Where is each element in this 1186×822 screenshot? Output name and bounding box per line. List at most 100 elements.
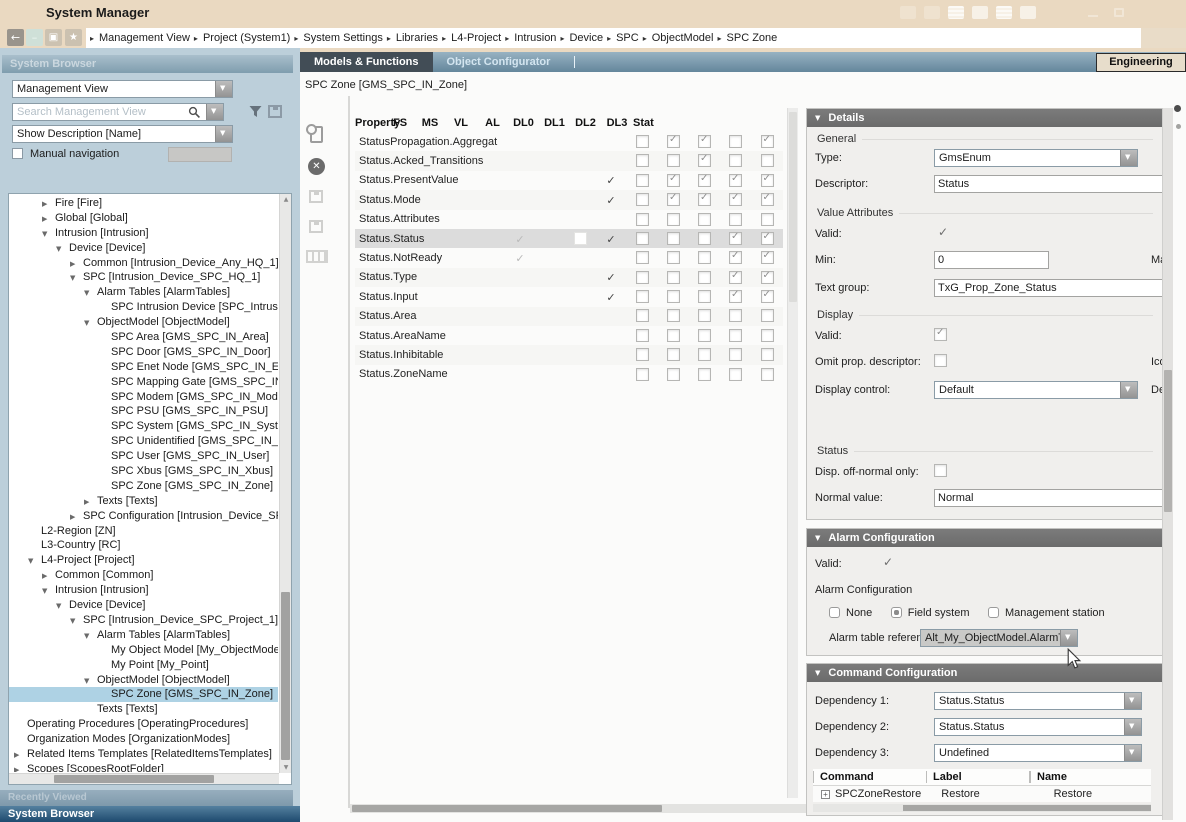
checkbox-checked[interactable]: ✓: [761, 290, 774, 303]
checkbox-unchecked[interactable]: [667, 309, 680, 322]
radio-option[interactable]: Field system: [891, 607, 970, 619]
tree-vertical-scrollbar[interactable]: ▲ ▼: [279, 194, 291, 773]
checkbox-checked[interactable]: ✓: [729, 193, 742, 206]
checkbox-unchecked[interactable]: [698, 232, 711, 245]
type-dropdown[interactable]: GmsEnum: [934, 149, 1138, 167]
breadcrumb-item[interactable]: ▸ Management View: [90, 32, 190, 44]
checkbox-unchecked[interactable]: [761, 348, 774, 361]
tree-item[interactable]: Common [Intrusion_Device_Any_HQ_1]: [9, 256, 278, 271]
checkbox-unchecked[interactable]: [636, 271, 649, 284]
checkbox-unchecked[interactable]: [698, 251, 711, 264]
checkbox-unchecked[interactable]: [729, 213, 742, 226]
text-group-field[interactable]: [934, 279, 1163, 297]
tree-expander-icon[interactable]: [70, 614, 83, 629]
dropdown-button[interactable]: [1124, 719, 1141, 735]
descriptor-field[interactable]: [934, 175, 1163, 193]
radio-icon[interactable]: [988, 607, 999, 618]
property-row[interactable]: Status.PresentValue ✓ ✓ ✓ ✓ ✓: [355, 171, 783, 190]
tree-expander-icon[interactable]: [28, 554, 41, 569]
scrollbar-thumb[interactable]: [1164, 370, 1172, 512]
checkbox-unchecked[interactable]: [698, 309, 711, 322]
checkbox-unchecked[interactable]: [636, 309, 649, 322]
radio-option[interactable]: Management station: [988, 607, 1105, 619]
checkbox-checked[interactable]: ✓: [729, 232, 742, 245]
property-row[interactable]: Status.ZoneName: [355, 365, 783, 384]
checkbox-unchecked[interactable]: [729, 348, 742, 361]
checkbox-checked[interactable]: ✓: [698, 135, 711, 148]
checkbox-unchecked[interactable]: [761, 368, 774, 381]
checkbox-unchecked[interactable]: [636, 348, 649, 361]
property-row[interactable]: Status.Attributes: [355, 210, 783, 229]
checkbox-unchecked[interactable]: [667, 329, 680, 342]
scrollbar-thumb[interactable]: [54, 775, 214, 783]
column-header[interactable]: DL0: [508, 117, 539, 129]
tree-item[interactable]: Related Items Templates [RelatedItemsTem…: [9, 747, 278, 762]
table-horizontal-scrollbar[interactable]: [350, 804, 880, 813]
tree-expander-icon[interactable]: [56, 599, 69, 614]
column-header[interactable]: AL: [477, 117, 508, 129]
checkbox-unchecked[interactable]: [761, 329, 774, 342]
search-box[interactable]: [12, 103, 224, 121]
tree-item[interactable]: Scopes [ScopesRootFolder]: [9, 762, 278, 772]
column-header[interactable]: DL1: [539, 117, 570, 129]
tree-item[interactable]: Common [Common]: [9, 568, 278, 583]
tree-expander-icon[interactable]: [84, 316, 97, 331]
checkbox-unchecked[interactable]: [636, 290, 649, 303]
checkbox-unchecked[interactable]: [636, 329, 649, 342]
checkbox-checked[interactable]: ✓: [667, 193, 680, 206]
tree-item[interactable]: My Point [My_Point]: [9, 658, 278, 673]
tree-item[interactable]: Organization Modes [OrganizationModes]: [9, 732, 278, 747]
property-row[interactable]: Status.Area: [355, 307, 783, 326]
breadcrumb-item[interactable]: ▸ SPC Zone: [718, 32, 778, 44]
dropdown-button[interactable]: [215, 81, 232, 97]
checkbox-unchecked[interactable]: [667, 290, 680, 303]
radio-option[interactable]: None: [829, 607, 872, 619]
checkbox-checked[interactable]: ✓: [698, 154, 711, 167]
tree-item[interactable]: SPC User [GMS_SPC_IN_User]: [9, 449, 278, 464]
breadcrumb-item[interactable]: ▸ ObjectModel: [643, 32, 714, 44]
tree-expander-icon[interactable]: [42, 584, 55, 599]
checkbox-checked[interactable]: ✓: [729, 271, 742, 284]
checkbox-unchecked[interactable]: [729, 154, 742, 167]
property-row[interactable]: Status.Inhibitable: [355, 345, 783, 364]
tree-item[interactable]: SPC Modem [GMS_SPC_IN_Modem]: [9, 390, 278, 405]
tree-item[interactable]: Alarm Tables [AlarmTables]: [9, 628, 278, 643]
property-row[interactable]: Status.Status ✓ ✓ ✓ ✓: [355, 229, 783, 248]
checkbox-unchecked[interactable]: [636, 232, 649, 245]
tree-item[interactable]: SPC Configuration [Intrusion_Device_SPC_…: [9, 509, 278, 524]
checkbox-unchecked[interactable]: [667, 368, 680, 381]
checkbox-unchecked[interactable]: [636, 174, 649, 187]
layout-icon-1[interactable]: [900, 6, 916, 19]
expand-icon[interactable]: +: [821, 790, 830, 799]
tree-item[interactable]: L2-Region [ZN]: [9, 524, 278, 539]
checkbox-unchecked[interactable]: [667, 251, 680, 264]
checkbox-unchecked[interactable]: [761, 213, 774, 226]
dependency-dropdown[interactable]: Undefined: [934, 744, 1142, 762]
dropdown-button[interactable]: [1060, 630, 1077, 646]
alarm-configuration-header[interactable]: ▼Alarm Configuration: [807, 529, 1163, 547]
checkbox-unchecked[interactable]: [667, 213, 680, 226]
single-pane-icon[interactable]: [972, 6, 988, 19]
tree-expander-icon[interactable]: [84, 629, 97, 644]
tree-expander-icon[interactable]: [42, 569, 55, 584]
engineering-mode-button[interactable]: Engineering: [1096, 53, 1186, 72]
checkbox-unchecked[interactable]: [761, 154, 774, 167]
checkbox-unchecked[interactable]: [698, 329, 711, 342]
details-section-header[interactable]: ▼Details: [807, 109, 1163, 127]
dropdown-button[interactable]: [1120, 150, 1137, 166]
search-dropdown-button[interactable]: [206, 104, 223, 120]
display-control-dropdown[interactable]: Default: [934, 381, 1138, 399]
recently-viewed-pane-header[interactable]: Recently Viewed: [0, 790, 293, 806]
tab[interactable]: Models & Functions: [300, 52, 433, 72]
column-header[interactable]: FS: [385, 117, 415, 129]
checkbox-checked[interactable]: ✓: [729, 174, 742, 187]
tree-item[interactable]: SPC Enet Node [GMS_SPC_IN_EnetN: [9, 360, 278, 375]
checkbox-checked[interactable]: ✓: [761, 232, 774, 245]
dependency-dropdown[interactable]: Status.Status: [934, 692, 1142, 710]
radio-icon[interactable]: [829, 607, 840, 618]
save-search-icon[interactable]: [268, 105, 282, 123]
scrollbar-thumb[interactable]: [352, 805, 662, 812]
pin-icon[interactable]: [1174, 105, 1181, 112]
checkbox-unchecked[interactable]: [729, 309, 742, 322]
tree-expander-icon[interactable]: [70, 510, 83, 525]
